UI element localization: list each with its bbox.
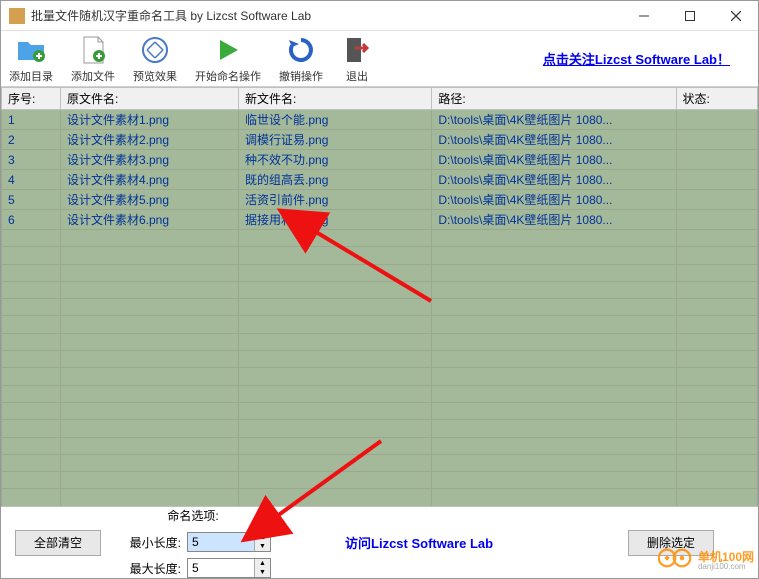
- undo-button[interactable]: 撤销操作: [279, 34, 323, 84]
- min-length-input[interactable]: [188, 533, 254, 551]
- max-length-label: 最大长度:: [115, 560, 181, 577]
- table-row[interactable]: 3设计文件素材3.png种不效不功.pngD:\tools\桌面\4K壁纸图片 …: [2, 150, 758, 170]
- table-row[interactable]: [2, 472, 758, 489]
- exit-icon: [341, 34, 373, 66]
- table-row[interactable]: [2, 316, 758, 333]
- file-plus-icon: [77, 34, 109, 66]
- table-row[interactable]: 2设计文件素材2.png调模行证易.pngD:\tools\桌面\4K壁纸图片 …: [2, 130, 758, 150]
- spin-up-icon[interactable]: ▲: [255, 559, 270, 568]
- col-new[interactable]: 新文件名:: [239, 88, 432, 110]
- app-icon: [9, 8, 25, 24]
- options-header: 命名选项:: [115, 507, 271, 524]
- clear-all-button[interactable]: 全部清空: [15, 530, 101, 556]
- table-row[interactable]: [2, 333, 758, 350]
- table-row[interactable]: [2, 489, 758, 506]
- folder-plus-icon: [15, 34, 47, 66]
- table-row[interactable]: [2, 454, 758, 471]
- max-length-input[interactable]: [188, 559, 254, 577]
- minimize-button[interactable]: [630, 6, 658, 26]
- watermark: 单机100网danji100.com: [658, 547, 754, 574]
- preview-icon: [139, 34, 171, 66]
- close-button[interactable]: [722, 6, 750, 26]
- start-button[interactable]: 开始命名操作: [195, 34, 261, 84]
- col-seq[interactable]: 序号:: [2, 88, 61, 110]
- add-file-button[interactable]: 添加文件: [71, 34, 115, 84]
- table-row[interactable]: [2, 437, 758, 454]
- table-row[interactable]: 6设计文件素材6.png据接用利多.pngD:\tools\桌面\4K壁纸图片 …: [2, 210, 758, 230]
- gamepad-icon: [658, 547, 694, 574]
- undo-icon: [285, 34, 317, 66]
- table-row[interactable]: 1设计文件素材1.png临世设个能.pngD:\tools\桌面\4K壁纸图片 …: [2, 110, 758, 130]
- table-row[interactable]: [2, 420, 758, 437]
- table-row[interactable]: [2, 385, 758, 402]
- spin-up-icon[interactable]: ▲: [255, 533, 270, 542]
- spin-down-icon[interactable]: ▼: [255, 542, 270, 551]
- table-row[interactable]: [2, 247, 758, 264]
- play-icon: [212, 34, 244, 66]
- table-row[interactable]: [2, 351, 758, 368]
- follow-link[interactable]: 点击关注Lizcst Software Lab！: [543, 49, 730, 68]
- min-length-spinner[interactable]: ▲▼: [187, 532, 271, 552]
- col-orig[interactable]: 原文件名:: [61, 88, 239, 110]
- table-row[interactable]: [2, 230, 758, 247]
- window-title: 批量文件随机汉字重命名工具 by Lizcst Software Lab: [31, 7, 630, 24]
- preview-button[interactable]: 预览效果: [133, 34, 177, 84]
- table-row[interactable]: [2, 264, 758, 281]
- col-status[interactable]: 状态:: [676, 88, 757, 110]
- visit-link[interactable]: 访问Lizcst Software Lab: [345, 533, 493, 552]
- table-row[interactable]: [2, 281, 758, 298]
- table-row[interactable]: [2, 299, 758, 316]
- exit-button[interactable]: 退出: [341, 34, 373, 84]
- min-length-label: 最小长度:: [115, 534, 181, 551]
- table-row[interactable]: [2, 368, 758, 385]
- table-row[interactable]: 5设计文件素材5.png活资引前件.pngD:\tools\桌面\4K壁纸图片 …: [2, 190, 758, 210]
- spin-down-icon[interactable]: ▼: [255, 568, 270, 577]
- maximize-button[interactable]: [676, 6, 704, 26]
- file-table[interactable]: 序号: 原文件名: 新文件名: 路径: 状态: 1设计文件素材1.png临世设个…: [1, 87, 758, 506]
- table-row[interactable]: 4设计文件素材4.png既的组高丢.pngD:\tools\桌面\4K壁纸图片 …: [2, 170, 758, 190]
- table-row[interactable]: [2, 402, 758, 419]
- col-path[interactable]: 路径:: [432, 88, 676, 110]
- add-dir-button[interactable]: 添加目录: [9, 34, 53, 84]
- max-length-spinner[interactable]: ▲▼: [187, 558, 271, 578]
